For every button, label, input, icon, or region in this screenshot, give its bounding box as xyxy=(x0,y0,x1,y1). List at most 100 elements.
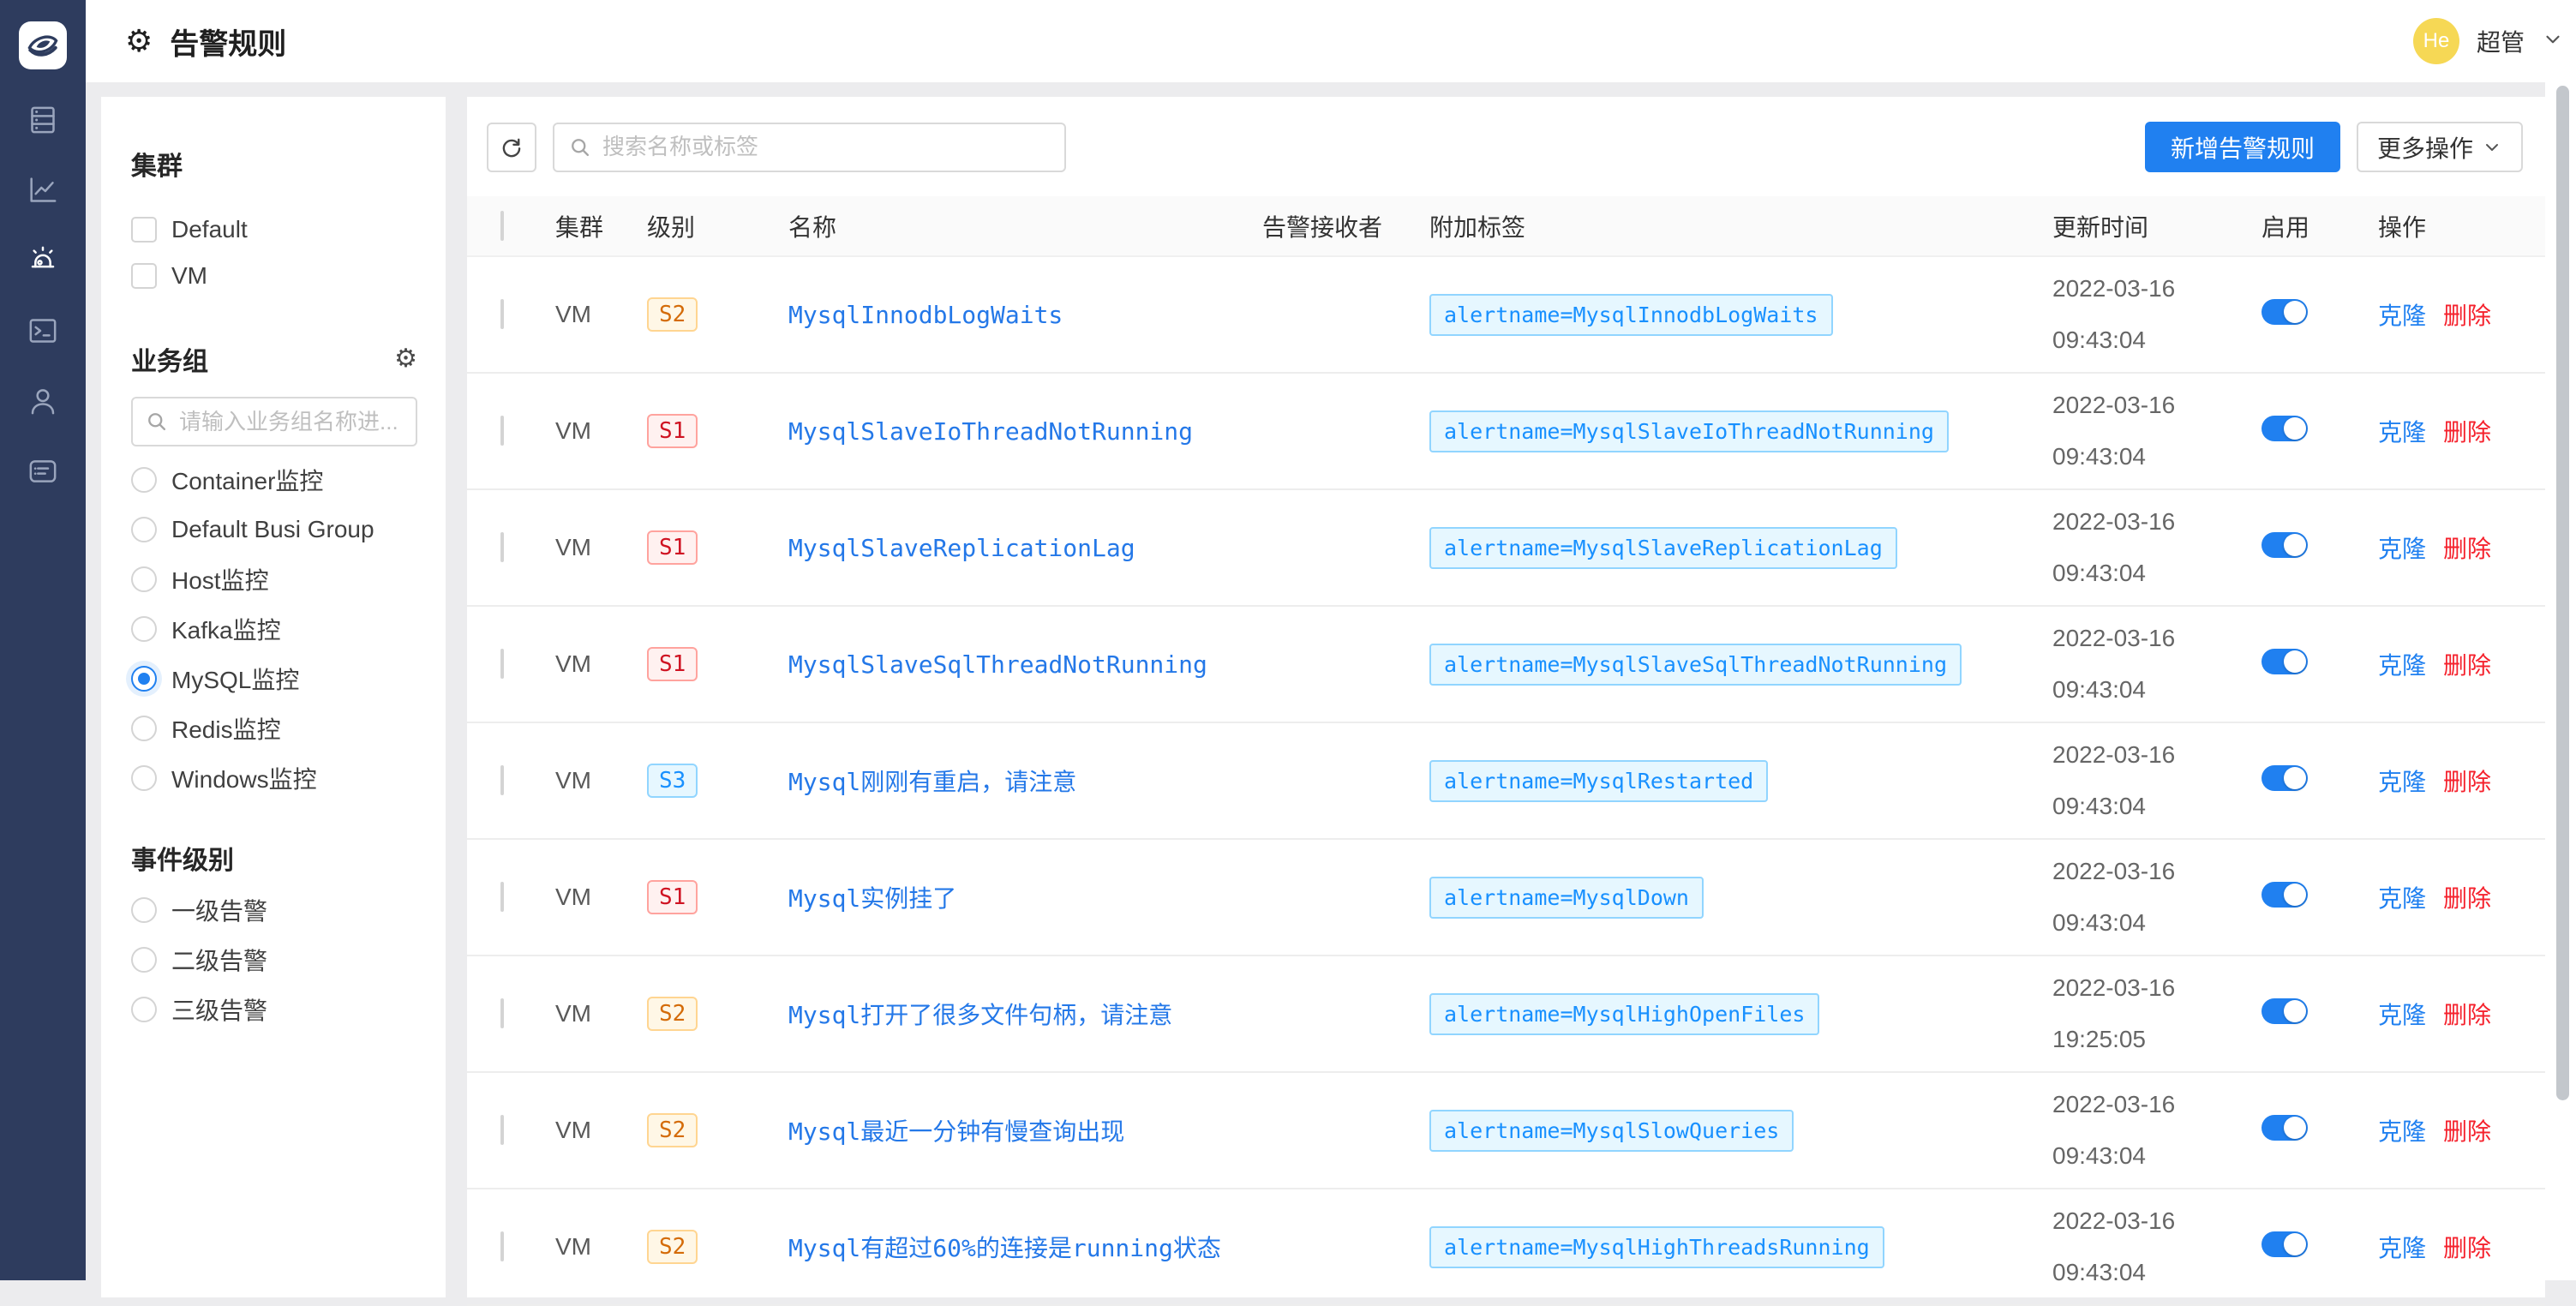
rules-search-input[interactable] xyxy=(601,133,1051,161)
nav-docs[interactable] xyxy=(0,436,86,506)
row-checkbox[interactable] xyxy=(500,1115,504,1145)
row-checkbox[interactable] xyxy=(500,532,504,562)
enable-toggle[interactable] xyxy=(2261,649,2308,674)
rule-name-link[interactable]: MysqlInnodbLogWaits xyxy=(788,301,1063,329)
col-receiver: 告警接收者 xyxy=(1262,209,1429,243)
enable-toggle[interactable] xyxy=(2261,416,2308,441)
user-menu[interactable]: He 超管 xyxy=(2413,0,2564,82)
radio-option[interactable]: Windows监控 xyxy=(131,753,417,803)
radio-icon[interactable] xyxy=(131,765,157,791)
delete-link[interactable]: 删除 xyxy=(2443,1230,2491,1264)
rule-name-link[interactable]: Mysql最近一分钟有慢查询出现 xyxy=(788,1117,1124,1146)
clone-link[interactable]: 克隆 xyxy=(2378,880,2426,914)
radio-option[interactable]: 三级告警 xyxy=(131,985,417,1034)
select-all-checkbox[interactable] xyxy=(500,211,504,241)
scrollbar-thumb[interactable] xyxy=(2556,86,2569,1100)
tag-chip: alertname=MysqlInnodbLogWaits xyxy=(1429,294,1833,336)
rule-name-link[interactable]: MysqlSlaveReplicationLag xyxy=(788,534,1135,562)
clone-link[interactable]: 克隆 xyxy=(2378,647,2426,681)
checkbox-option[interactable]: Default xyxy=(131,207,417,253)
rule-name-link[interactable]: Mysql刚刚有重启，请注意 xyxy=(788,768,1076,796)
checkbox-option[interactable]: VM xyxy=(131,253,417,299)
radio-option[interactable]: Host监控 xyxy=(131,554,417,604)
nav-users[interactable] xyxy=(0,366,86,436)
delete-link[interactable]: 删除 xyxy=(2443,297,2491,332)
tag-chip: alertname=MysqlHighOpenFiles xyxy=(1429,993,1819,1035)
enable-toggle[interactable] xyxy=(2261,1115,2308,1141)
radio-option[interactable]: Kafka监控 xyxy=(131,604,417,654)
clone-link[interactable]: 克隆 xyxy=(2378,764,2426,798)
radio-icon[interactable] xyxy=(131,616,157,642)
radio-option-label: Default Busi Group xyxy=(171,516,374,543)
severity-badge: S3 xyxy=(647,764,698,798)
radio-icon[interactable] xyxy=(131,897,157,923)
clone-link[interactable]: 克隆 xyxy=(2378,997,2426,1031)
clone-link[interactable]: 克隆 xyxy=(2378,1230,2426,1264)
nav-alerts[interactable] xyxy=(0,225,86,296)
radio-icon[interactable] xyxy=(131,666,157,692)
delete-link[interactable]: 删除 xyxy=(2443,1113,2491,1147)
enable-toggle[interactable] xyxy=(2261,532,2308,558)
table-body: VM S2 MysqlInnodbLogWaits alertname=Mysq… xyxy=(467,257,2545,1306)
enable-toggle[interactable] xyxy=(2261,882,2308,908)
row-checkbox[interactable] xyxy=(500,1231,504,1261)
clone-link[interactable]: 克隆 xyxy=(2378,1113,2426,1147)
radio-option[interactable]: MySQL监控 xyxy=(131,654,417,704)
radio-icon[interactable] xyxy=(131,467,157,493)
rule-name-link[interactable]: MysqlSlaveIoThreadNotRunning xyxy=(788,417,1193,446)
row-checkbox[interactable] xyxy=(500,416,504,446)
radio-option[interactable]: Default Busi Group xyxy=(131,505,417,554)
severity-badge: S2 xyxy=(647,297,698,332)
nav-terminal[interactable] xyxy=(0,296,86,366)
rule-name-link[interactable]: MysqlSlaveSqlThreadNotRunning xyxy=(788,650,1207,679)
delete-link[interactable]: 删除 xyxy=(2443,414,2491,448)
radio-option[interactable]: 一级告警 xyxy=(131,885,417,935)
updated-date: 2022-03-16 xyxy=(2052,976,2261,1000)
delete-link[interactable]: 删除 xyxy=(2443,880,2491,914)
clone-link[interactable]: 克隆 xyxy=(2378,297,2426,332)
radio-option[interactable]: Redis监控 xyxy=(131,704,417,753)
clone-link[interactable]: 克隆 xyxy=(2378,530,2426,565)
radio-icon[interactable] xyxy=(131,566,157,592)
rules-search xyxy=(553,123,1066,172)
rule-name-link[interactable]: Mysql打开了很多文件句柄，请注意 xyxy=(788,1001,1172,1029)
delete-link[interactable]: 删除 xyxy=(2443,647,2491,681)
row-checkbox[interactable] xyxy=(500,299,504,329)
row-cluster: VM xyxy=(555,1233,647,1261)
row-checkbox[interactable] xyxy=(500,649,504,679)
radio-option[interactable]: 二级告警 xyxy=(131,935,417,985)
rule-name-link[interactable]: Mysql有超过60%的连接是running状态 xyxy=(788,1234,1221,1262)
radio-icon[interactable] xyxy=(131,517,157,542)
checkbox-option-label: VM xyxy=(171,262,207,290)
radio-icon[interactable] xyxy=(131,947,157,973)
enable-toggle[interactable] xyxy=(2261,765,2308,791)
busi-group-search-input[interactable] xyxy=(177,408,404,436)
nav-infrastructure[interactable] xyxy=(0,85,86,155)
rule-name-link[interactable]: Mysql实例挂了 xyxy=(788,884,956,913)
radio-option-label: 一级告警 xyxy=(171,893,267,927)
col-cluster: 集群 xyxy=(555,209,647,243)
table-row: VM S2 Mysql有超过60%的连接是running状态 alertname… xyxy=(467,1189,2545,1306)
checkbox-icon[interactable] xyxy=(131,217,157,243)
row-checkbox[interactable] xyxy=(500,998,504,1028)
row-checkbox[interactable] xyxy=(500,765,504,795)
delete-link[interactable]: 删除 xyxy=(2443,764,2491,798)
radio-icon[interactable] xyxy=(131,997,157,1022)
enable-toggle[interactable] xyxy=(2261,998,2308,1024)
radio-icon[interactable] xyxy=(131,716,157,741)
busi-group-settings-gear-icon[interactable]: ⚙ xyxy=(394,346,417,372)
enable-toggle[interactable] xyxy=(2261,299,2308,325)
delete-link[interactable]: 删除 xyxy=(2443,997,2491,1031)
radio-option[interactable]: Container监控 xyxy=(131,455,417,505)
table-row: VM S1 MysqlSlaveReplicationLag alertname… xyxy=(467,490,2545,607)
more-actions-button[interactable]: 更多操作 xyxy=(2357,122,2523,172)
refresh-button[interactable] xyxy=(487,123,536,172)
add-rule-button[interactable]: 新增告警规则 xyxy=(2145,122,2340,172)
clone-link[interactable]: 克隆 xyxy=(2378,414,2426,448)
nav-metrics[interactable] xyxy=(0,155,86,225)
enable-toggle[interactable] xyxy=(2261,1231,2308,1257)
row-checkbox[interactable] xyxy=(500,882,504,912)
checkbox-icon[interactable] xyxy=(131,263,157,289)
chevron-down-icon xyxy=(2482,137,2502,158)
delete-link[interactable]: 删除 xyxy=(2443,530,2491,565)
